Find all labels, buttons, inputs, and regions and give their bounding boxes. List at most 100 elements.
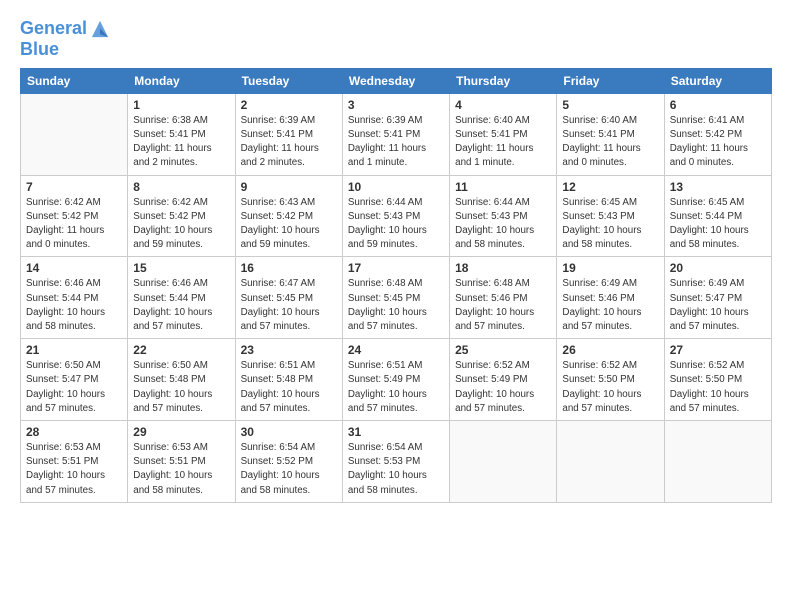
logo-text-blue: Blue [20,40,111,60]
calendar-week-row: 1Sunrise: 6:38 AM Sunset: 5:41 PM Daylig… [21,93,772,175]
day-number: 9 [241,180,337,194]
calendar-cell: 20 Sunrise: 6:49 AM Sunset: 5:47 PM Dayli… [664,257,771,339]
day-info: Sunrise: 6:54 AM Sunset: 5:52 PM Dayligh… [241,441,337,498]
day-info: Sunrise: 6:46 AM Sunset: 5:44 PM Dayligh… [26,277,122,334]
day-number: 16 [241,261,337,275]
calendar-cell: 10 Sunrise: 6:44 AM Sunset: 5:43 PM Dayli… [342,175,449,257]
day-info: Sunrise: 6:50 AM Sunset: 5:48 PM Dayligh… [133,359,229,416]
calendar-week-row: 14 Sunrise: 6:46 AM Sunset: 5:44 PM Dayli… [21,257,772,339]
day-number: 23 [241,343,337,357]
day-of-week-header: Monday [128,68,235,93]
day-info: Sunrise: 6:46 AM Sunset: 5:44 PM Dayligh… [133,277,229,334]
calendar-cell: 1Sunrise: 6:38 AM Sunset: 5:41 PM Daylig… [128,93,235,175]
day-number: 14 [26,261,122,275]
calendar-cell: 9Sunrise: 6:43 AM Sunset: 5:42 PM Daylig… [235,175,342,257]
calendar-cell: 7Sunrise: 6:42 AM Sunset: 5:42 PM Daylig… [21,175,128,257]
calendar-cell: 2Sunrise: 6:39 AM Sunset: 5:41 PM Daylig… [235,93,342,175]
day-number: 18 [455,261,551,275]
calendar-cell: 24Sunrise: 6:51 AM Sunset: 5:49 PM Dayli… [342,339,449,421]
day-info: Sunrise: 6:50 AM Sunset: 5:47 PM Dayligh… [26,359,122,416]
calendar-cell [21,93,128,175]
day-info: Sunrise: 6:47 AM Sunset: 5:45 PM Dayligh… [241,277,337,334]
day-info: Sunrise: 6:52 AM Sunset: 5:50 PM Dayligh… [562,359,658,416]
calendar-cell: 14 Sunrise: 6:46 AM Sunset: 5:44 PM Dayli… [21,257,128,339]
header: General Blue [20,18,772,60]
day-info: Sunrise: 6:42 AM Sunset: 5:42 PM Dayligh… [26,196,122,253]
day-number: 13 [670,180,766,194]
day-info: Sunrise: 6:48 AM Sunset: 5:45 PM Dayligh… [348,277,444,334]
day-info: Sunrise: 6:38 AM Sunset: 5:41 PM Dayligh… [133,114,229,171]
day-number: 20 [670,261,766,275]
day-info: Sunrise: 6:45 AM Sunset: 5:44 PM Dayligh… [670,196,766,253]
day-info: Sunrise: 6:52 AM Sunset: 5:49 PM Dayligh… [455,359,551,416]
logo-icon [89,18,111,40]
calendar-cell: 21Sunrise: 6:50 AM Sunset: 5:47 PM Dayli… [21,339,128,421]
day-number: 5 [562,98,658,112]
calendar-cell: 3 Sunrise: 6:39 AM Sunset: 5:41 PM Daylig… [342,93,449,175]
calendar-week-row: 7Sunrise: 6:42 AM Sunset: 5:42 PM Daylig… [21,175,772,257]
calendar-page: General Blue SundayMondayTuesdayWednesda… [0,0,792,612]
day-number: 3 [348,98,444,112]
calendar-cell: 19Sunrise: 6:49 AM Sunset: 5:46 PM Dayli… [557,257,664,339]
calendar-table: SundayMondayTuesdayWednesdayThursdayFrid… [20,68,772,503]
calendar-cell: 16 Sunrise: 6:47 AM Sunset: 5:45 PM Dayli… [235,257,342,339]
day-info: Sunrise: 6:51 AM Sunset: 5:48 PM Dayligh… [241,359,337,416]
day-info: Sunrise: 6:40 AM Sunset: 5:41 PM Dayligh… [562,114,658,171]
day-number: 29 [133,425,229,439]
day-number: 28 [26,425,122,439]
day-number: 12 [562,180,658,194]
day-info: Sunrise: 6:54 AM Sunset: 5:53 PM Dayligh… [348,441,444,498]
calendar-cell: 5 Sunrise: 6:40 AM Sunset: 5:41 PM Daylig… [557,93,664,175]
day-number: 27 [670,343,766,357]
calendar-week-row: 21Sunrise: 6:50 AM Sunset: 5:47 PM Dayli… [21,339,772,421]
calendar-cell: 28Sunrise: 6:53 AM Sunset: 5:51 PM Dayli… [21,421,128,503]
day-of-week-header: Thursday [450,68,557,93]
calendar-cell: 22 Sunrise: 6:50 AM Sunset: 5:48 PM Dayli… [128,339,235,421]
day-info: Sunrise: 6:45 AM Sunset: 5:43 PM Dayligh… [562,196,658,253]
day-number: 25 [455,343,551,357]
day-of-week-header: Sunday [21,68,128,93]
day-number: 8 [133,180,229,194]
calendar-week-row: 28 Sunrise: 6:53 AM Sunset: 5:51 PM Dayli… [21,421,772,503]
calendar-cell [450,421,557,503]
logo-text-general: General [20,19,87,39]
day-info: Sunrise: 6:53 AM Sunset: 5:51 PM Dayligh… [133,441,229,498]
day-info: Sunrise: 6:51 AM Sunset: 5:49 PM Dayligh… [348,359,444,416]
day-number: 31 [348,425,444,439]
day-number: 4 [455,98,551,112]
day-info: Sunrise: 6:39 AM Sunset: 5:41 PM Dayligh… [348,114,444,171]
calendar-cell [557,421,664,503]
day-of-week-header: Saturday [664,68,771,93]
day-number: 10 [348,180,444,194]
calendar-cell: 26 Sunrise: 6:52 AM Sunset: 5:50 PM Dayli… [557,339,664,421]
day-number: 26 [562,343,658,357]
calendar-cell: 13 Sunrise: 6:45 AM Sunset: 5:44 PM Dayli… [664,175,771,257]
logo: General Blue [20,18,111,60]
calendar-cell: 11Sunrise: 6:44 AM Sunset: 5:43 PM Dayli… [450,175,557,257]
calendar-cell: 8 Sunrise: 6:42 AM Sunset: 5:42 PM Daylig… [128,175,235,257]
day-info: Sunrise: 6:49 AM Sunset: 5:47 PM Dayligh… [670,277,766,334]
day-info: Sunrise: 6:40 AM Sunset: 5:41 PM Dayligh… [455,114,551,171]
day-info: Sunrise: 6:49 AM Sunset: 5:46 PM Dayligh… [562,277,658,334]
day-info: Sunrise: 6:42 AM Sunset: 5:42 PM Dayligh… [133,196,229,253]
day-of-week-header: Tuesday [235,68,342,93]
day-info: Sunrise: 6:44 AM Sunset: 5:43 PM Dayligh… [348,196,444,253]
calendar-cell: 27 Sunrise: 6:52 AM Sunset: 5:50 PM Dayli… [664,339,771,421]
calendar-header-row: SundayMondayTuesdayWednesdayThursdayFrid… [21,68,772,93]
calendar-cell: 4 Sunrise: 6:40 AM Sunset: 5:41 PM Daylig… [450,93,557,175]
calendar-cell: 29 Sunrise: 6:53 AM Sunset: 5:51 PM Dayli… [128,421,235,503]
day-info: Sunrise: 6:48 AM Sunset: 5:46 PM Dayligh… [455,277,551,334]
calendar-cell: 25 Sunrise: 6:52 AM Sunset: 5:49 PM Dayli… [450,339,557,421]
calendar-cell: 12 Sunrise: 6:45 AM Sunset: 5:43 PM Dayli… [557,175,664,257]
day-number: 6 [670,98,766,112]
calendar-cell: 31 Sunrise: 6:54 AM Sunset: 5:53 PM Dayli… [342,421,449,503]
day-of-week-header: Wednesday [342,68,449,93]
calendar-cell [664,421,771,503]
calendar-cell: 17 Sunrise: 6:48 AM Sunset: 5:45 PM Dayli… [342,257,449,339]
calendar-cell: 18 Sunrise: 6:48 AM Sunset: 5:46 PM Dayli… [450,257,557,339]
day-number: 22 [133,343,229,357]
day-info: Sunrise: 6:52 AM Sunset: 5:50 PM Dayligh… [670,359,766,416]
day-number: 30 [241,425,337,439]
day-number: 15 [133,261,229,275]
day-number: 17 [348,261,444,275]
